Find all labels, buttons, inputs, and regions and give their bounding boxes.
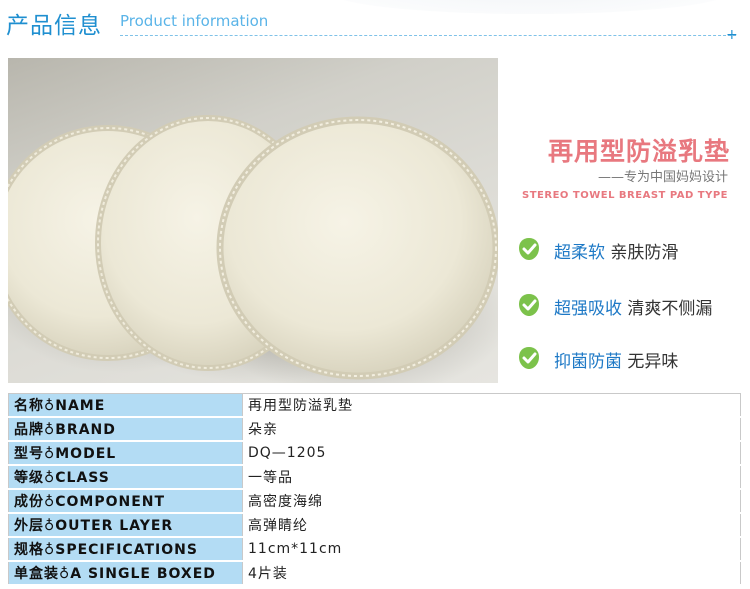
table-row: 外层♁OUTER LAYER 高弹睛纶	[8, 512, 741, 538]
feature-1-part1: 超柔软	[554, 243, 605, 263]
table-row: 型号♁MODEL DQ—1205	[8, 440, 741, 466]
table-row: 规格♁SPECIFICATIONS 11cm*11cm	[8, 536, 741, 562]
spec-key: 规格♁SPECIFICATIONS	[8, 536, 243, 562]
spec-key: 外层♁OUTER LAYER	[8, 512, 243, 538]
spec-value: 一等品	[242, 464, 741, 490]
check-shield-icon	[519, 238, 539, 260]
spec-key: 型号♁MODEL	[8, 440, 243, 466]
breast-pads-image	[8, 115, 498, 383]
feature-3-part2: 无异味	[627, 352, 679, 372]
spec-key: 成份♁COMPONENT	[8, 488, 243, 514]
promo-panel: 再用型防溢乳垫 ——专为中国妈妈设计 STEREO TOWEL BREAST P…	[498, 58, 750, 383]
table-row: 等级♁CLASS 一等品	[8, 464, 741, 490]
feature-2-part1: 超强吸收	[554, 299, 622, 319]
spec-value: 高密度海绵	[242, 488, 741, 514]
spec-key: 名称♁NAME	[8, 393, 243, 418]
spec-key: 单盒装♁A SINGLE BOXED	[8, 560, 243, 586]
section-subtitle: Product information	[120, 12, 269, 30]
spec-value: 高弹睛纶	[242, 512, 741, 538]
promo-subtitle-en: STEREO TOWEL BREAST PAD TYPE	[522, 190, 728, 201]
spec-value: 再用型防溢乳垫	[242, 393, 741, 418]
table-row: 品牌♁BRAND 朵亲	[8, 416, 741, 442]
feature-1-part2: 亲肤防滑	[610, 243, 679, 263]
header-decoration	[330, 0, 730, 14]
spec-table: 名称♁NAME 再用型防溢乳垫 品牌♁BRAND 朵亲 型号♁MODEL DQ—…	[8, 393, 741, 586]
spec-value: 11cm*11cm	[242, 536, 741, 562]
header-divider	[120, 35, 736, 36]
table-row: 成份♁COMPONENT 高密度海绵	[8, 488, 741, 514]
check-shield-icon	[519, 294, 539, 316]
feature-2-part2: 清爽不侧漏	[627, 299, 713, 319]
spec-key: 等级♁CLASS	[8, 464, 243, 490]
promo-heading: 再用型防溢乳垫	[547, 137, 730, 166]
spec-key: 品牌♁BRAND	[8, 416, 243, 442]
promo-subtitle: ——专为中国妈妈设计	[597, 170, 728, 185]
spec-value: DQ—1205	[242, 440, 741, 466]
check-shield-icon	[519, 347, 539, 369]
plus-icon: +	[726, 27, 738, 43]
spec-value: 朵亲	[242, 416, 741, 442]
section-header: 产品信息 Product information +	[0, 0, 750, 48]
section-title: 产品信息	[6, 13, 102, 39]
product-photo	[8, 58, 498, 383]
spec-value: 4片装	[242, 560, 741, 586]
feature-3-part1: 抑菌防菌	[554, 352, 622, 372]
table-row: 名称♁NAME 再用型防溢乳垫	[8, 393, 741, 418]
table-row: 单盒装♁A SINGLE BOXED 4片装	[8, 560, 741, 586]
